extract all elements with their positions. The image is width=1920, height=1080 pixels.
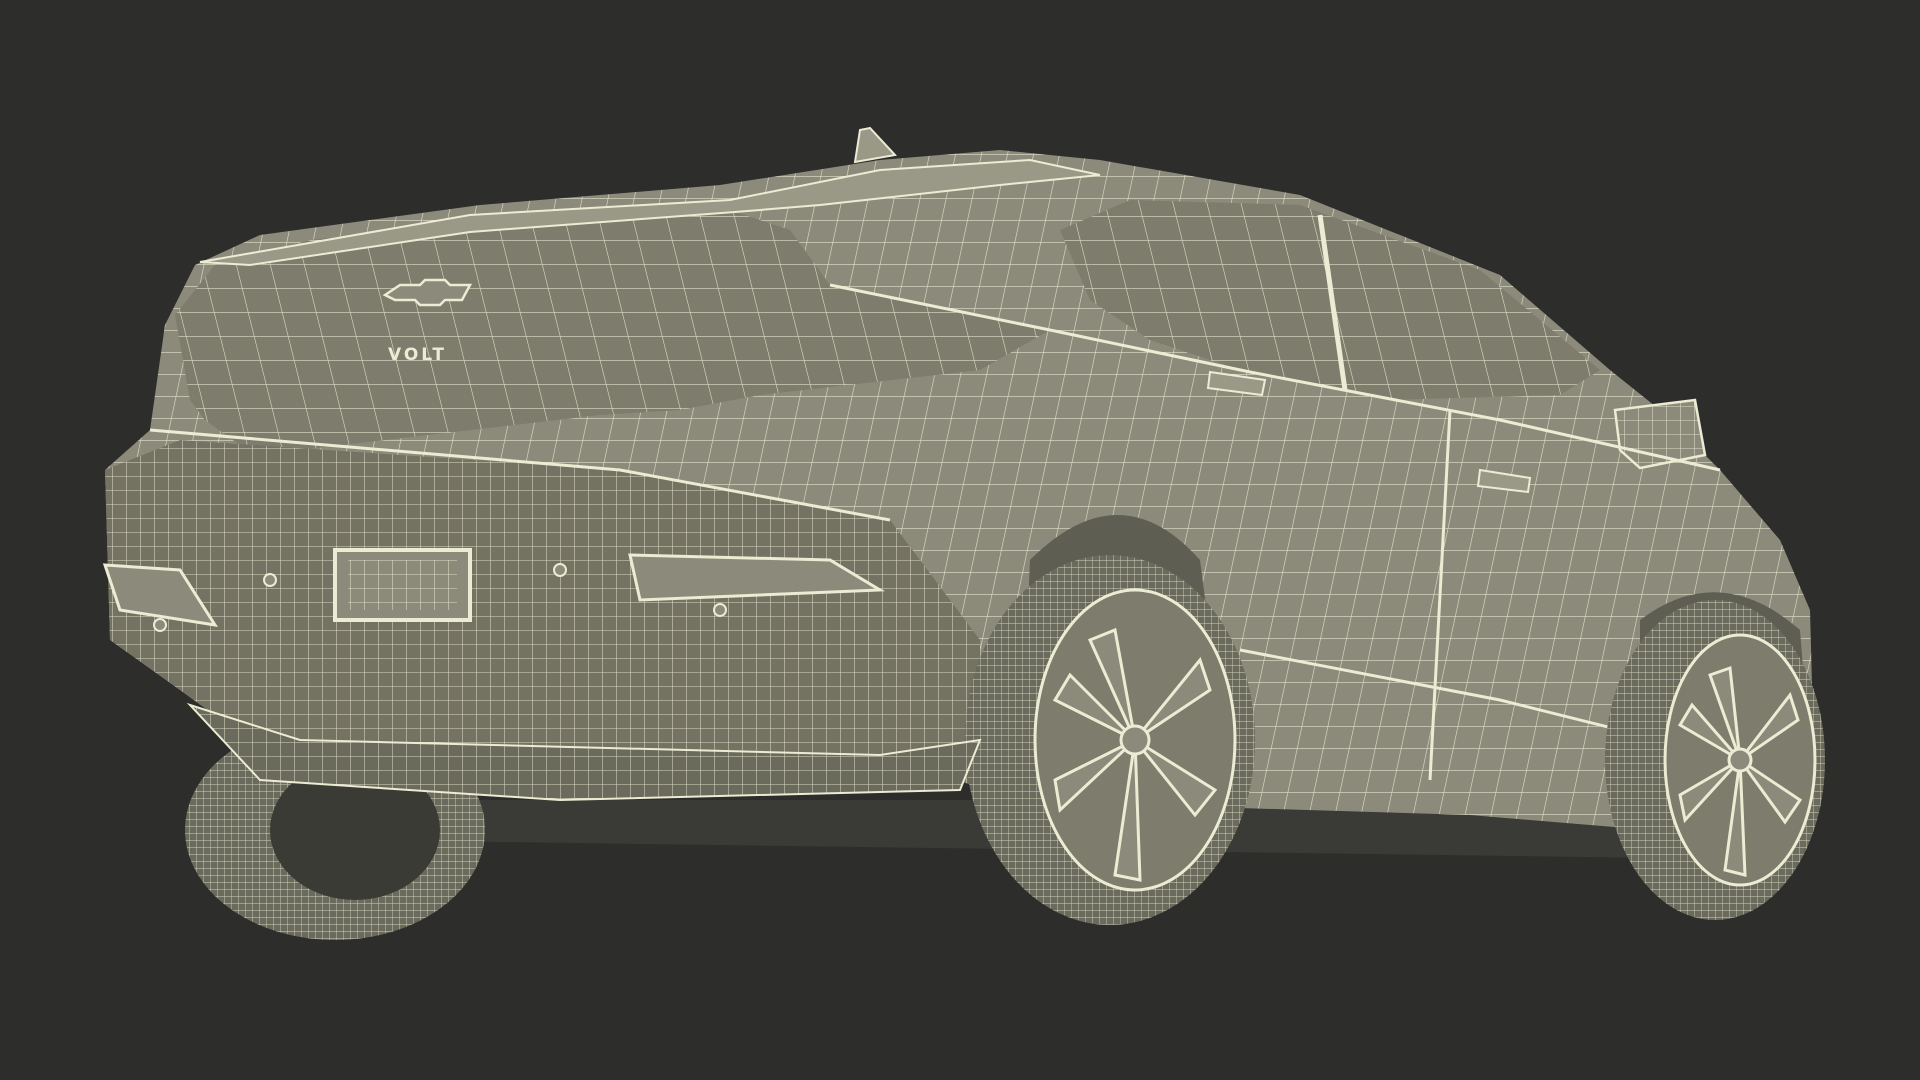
3d-viewport[interactable]: VOLT xyxy=(0,0,1920,1080)
rear-right-wheel xyxy=(965,555,1255,925)
front-right-wheel xyxy=(1605,600,1825,920)
wireframe-render: VOLT xyxy=(0,0,1920,1080)
rear-badge: VOLT xyxy=(388,345,447,365)
rear-right-hub xyxy=(1119,724,1151,756)
license-plate-inner xyxy=(348,560,457,610)
front-right-hub xyxy=(1727,747,1753,773)
